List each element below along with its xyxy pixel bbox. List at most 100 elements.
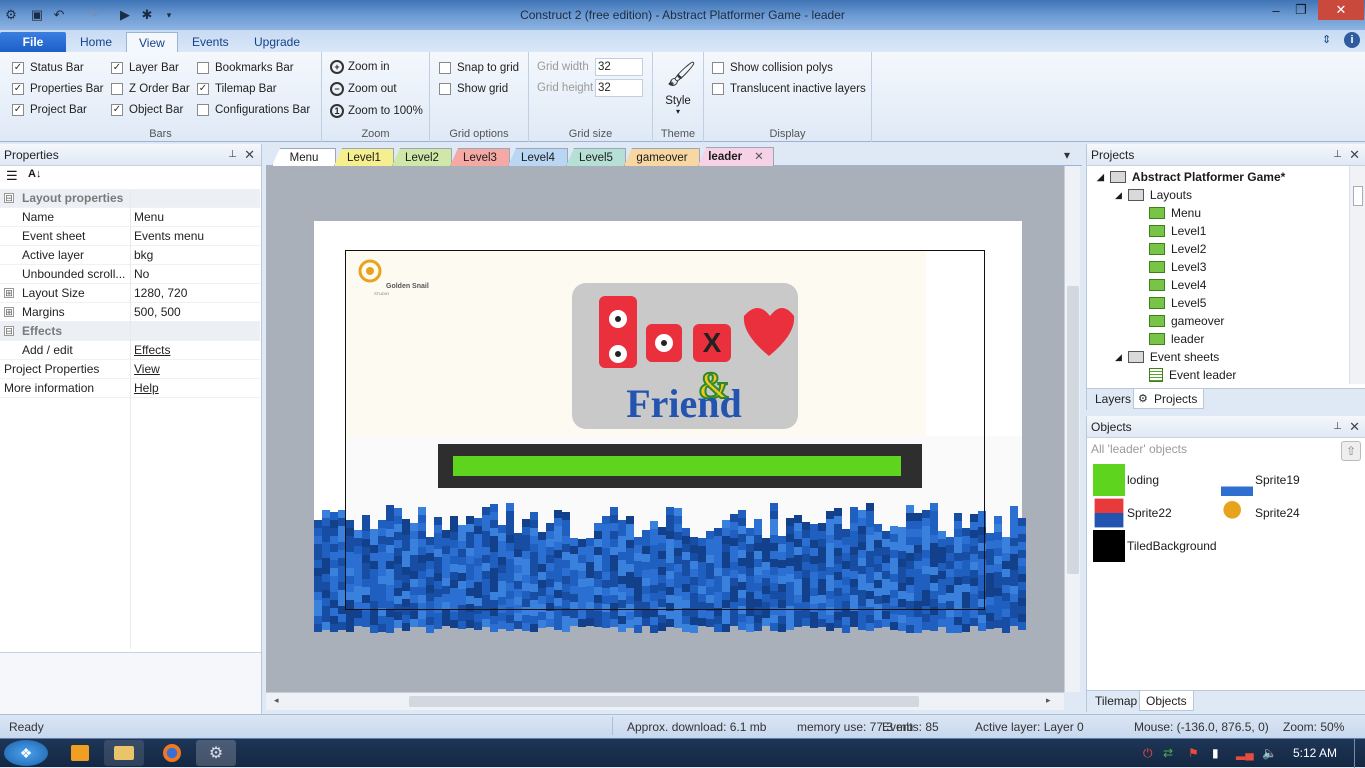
maximize-button[interactable]: ❐ xyxy=(1287,0,1315,20)
scroll-thumb[interactable] xyxy=(409,696,919,707)
flag-icon[interactable]: ⚑ xyxy=(1188,746,1199,760)
expand-icon[interactable]: ⊞ xyxy=(4,288,14,298)
tab-view[interactable]: View xyxy=(126,32,178,53)
object-tiledbackground[interactable]: TiledBackground xyxy=(1093,530,1217,562)
scroll-thumb[interactable] xyxy=(1353,186,1363,206)
layout-tab-leader[interactable]: leader ✕ xyxy=(698,147,774,166)
tilemap-bar-checkbox[interactable]: ✓ Tilemap Bar xyxy=(197,80,277,98)
checkbox-icon[interactable] xyxy=(439,62,451,74)
object-bar-checkbox[interactable]: ✓ Object Bar xyxy=(111,101,183,119)
volume-icon[interactable]: 🔈 xyxy=(1262,746,1277,760)
close-icon[interactable]: ✕ xyxy=(1349,144,1360,166)
tab-upgrade[interactable]: Upgrade xyxy=(242,32,312,52)
checkbox-icon[interactable] xyxy=(712,62,724,74)
start-button[interactable]: ❖ xyxy=(4,740,48,766)
up-folder-icon[interactable]: ⇧ xyxy=(1341,441,1361,461)
collapse-icon[interactable]: ◢ xyxy=(1115,348,1122,366)
checkbox-icon[interactable] xyxy=(439,83,451,95)
layout-item-leader[interactable]: leader xyxy=(1149,330,1204,348)
scroll-thumb[interactable] xyxy=(1067,286,1079,574)
projects-scrollbar[interactable] xyxy=(1349,166,1365,384)
pin-icon[interactable]: ⊥ xyxy=(1333,144,1342,166)
layout-tab-level2[interactable]: Level2 xyxy=(392,148,452,166)
pin-icon[interactable]: ⊥ xyxy=(228,144,237,166)
checkbox-icon[interactable] xyxy=(197,104,209,116)
translucent-layers-checkbox[interactable]: Translucent inactive layers xyxy=(712,80,866,98)
construct2-taskbar-icon[interactable]: ⚙ xyxy=(196,740,236,766)
checkbox-icon[interactable]: ✓ xyxy=(12,104,24,116)
property-value[interactable]: 500, 500 xyxy=(134,303,181,322)
layouts-folder[interactable]: ◢ Layouts xyxy=(1115,186,1192,204)
expand-icon[interactable]: ⊞ xyxy=(4,307,14,317)
tab-home[interactable]: Home xyxy=(68,32,124,52)
layout-item-level3[interactable]: Level3 xyxy=(1149,258,1206,276)
layer-bar-checkbox[interactable]: ✓ Layer Bar xyxy=(111,59,179,77)
layout-tab-level4[interactable]: Level4 xyxy=(508,148,568,166)
tab-file[interactable]: File xyxy=(0,32,66,52)
explorer-icon[interactable] xyxy=(104,740,144,766)
layout-tab-level3[interactable]: Level3 xyxy=(450,148,510,166)
layout-editor[interactable]: Golden Snail STUDIO X & Friend xyxy=(266,166,1064,692)
collapse-icon[interactable]: ◢ xyxy=(1115,186,1122,204)
grid-width-input[interactable]: 32 xyxy=(595,58,643,76)
categorized-icon[interactable]: ☰ xyxy=(6,168,18,184)
tab-list-dropdown-icon[interactable]: ▾ xyxy=(1064,148,1070,162)
properties-bar-checkbox[interactable]: ✓ Properties Bar xyxy=(12,80,104,98)
property-value[interactable]: Menu xyxy=(134,208,164,227)
battery-icon[interactable]: ▮ xyxy=(1212,746,1219,760)
horizontal-scrollbar[interactable]: ◂ ▸ xyxy=(266,692,1064,710)
show-grid-checkbox[interactable]: Show grid xyxy=(439,80,508,98)
tab-projects[interactable]: ⚙ Projects xyxy=(1133,389,1205,409)
firefox-icon[interactable] xyxy=(152,740,192,766)
object-sprite19[interactable]: Sprite19 xyxy=(1221,464,1300,496)
style-button[interactable]: Style xyxy=(653,95,703,107)
layout-item-gameover[interactable]: gameover xyxy=(1149,312,1224,330)
tab-close-icon[interactable]: ✕ xyxy=(754,151,764,163)
media-player-icon[interactable] xyxy=(60,740,100,766)
property-link[interactable]: View xyxy=(134,360,160,379)
tab-events[interactable]: Events xyxy=(180,32,241,52)
collision-polys-checkbox[interactable]: Show collision polys xyxy=(712,59,833,77)
snap-to-grid-checkbox[interactable]: Snap to grid xyxy=(439,59,519,77)
vertical-scrollbar[interactable] xyxy=(1064,166,1080,692)
layout-tab-gameover[interactable]: gameover xyxy=(624,148,700,166)
project-bar-checkbox[interactable]: ✓ Project Bar xyxy=(12,101,87,119)
checkbox-icon[interactable]: ✓ xyxy=(111,62,123,74)
tab-tilemap[interactable]: Tilemap xyxy=(1089,691,1143,711)
zoom-out-button[interactable]: − Zoom out xyxy=(330,82,397,96)
status-bar-checkbox[interactable]: ✓ Status Bar xyxy=(12,59,84,77)
sort-az-icon[interactable]: A↓ xyxy=(28,168,41,180)
minimize-button[interactable]: – xyxy=(1262,0,1290,20)
close-icon[interactable]: ✕ xyxy=(244,144,255,166)
close-icon[interactable]: ✕ xyxy=(1349,416,1360,438)
collapse-icon[interactable]: ◢ xyxy=(1097,168,1104,186)
event-sheet-item[interactable]: Event leader xyxy=(1149,366,1236,384)
pin-icon[interactable]: ⊥ xyxy=(1333,416,1342,438)
project-root[interactable]: ◢ Abstract Platformer Game* xyxy=(1097,168,1285,186)
configurations-bar-checkbox[interactable]: Configurations Bar xyxy=(197,101,310,119)
boxy-friend-logo[interactable]: X & Friend xyxy=(572,283,798,429)
layout-item-level5[interactable]: Level5 xyxy=(1149,294,1206,312)
object-sprite24[interactable]: Sprite24 xyxy=(1221,497,1300,529)
layout-tab-level5[interactable]: Level5 xyxy=(566,148,626,166)
object-sprite22[interactable]: Sprite22 xyxy=(1093,497,1172,529)
property-value[interactable]: bkg xyxy=(134,246,153,265)
clock[interactable]: 5:12 AM xyxy=(1293,746,1337,760)
zoom-100-button[interactable]: 1 Zoom to 100% xyxy=(330,104,423,118)
tab-layers[interactable]: Layers xyxy=(1089,389,1137,409)
property-value[interactable]: Events menu xyxy=(134,227,204,246)
property-link[interactable]: Effects xyxy=(134,341,170,360)
event-sheets-folder[interactable]: ◢ Event sheets xyxy=(1115,348,1219,366)
checkbox-icon[interactable]: ✓ xyxy=(197,83,209,95)
grid-height-input[interactable]: 32 xyxy=(595,79,643,97)
scroll-left-icon[interactable]: ◂ xyxy=(274,695,279,706)
scroll-right-icon[interactable]: ▸ xyxy=(1046,695,1051,706)
checkbox-icon[interactable] xyxy=(712,83,724,95)
layout-canvas[interactable]: Golden Snail STUDIO X & Friend xyxy=(266,166,1064,692)
object-loding[interactable]: loding xyxy=(1093,464,1159,496)
z-order-bar-checkbox[interactable]: Z Order Bar xyxy=(111,80,190,98)
brush-icon[interactable]: 🖌 xyxy=(666,60,696,89)
zoom-in-button[interactable]: + Zoom in xyxy=(330,60,390,74)
property-value[interactable]: 1280, 720 xyxy=(134,284,187,303)
layout-tab-menu[interactable]: Menu xyxy=(272,148,336,166)
